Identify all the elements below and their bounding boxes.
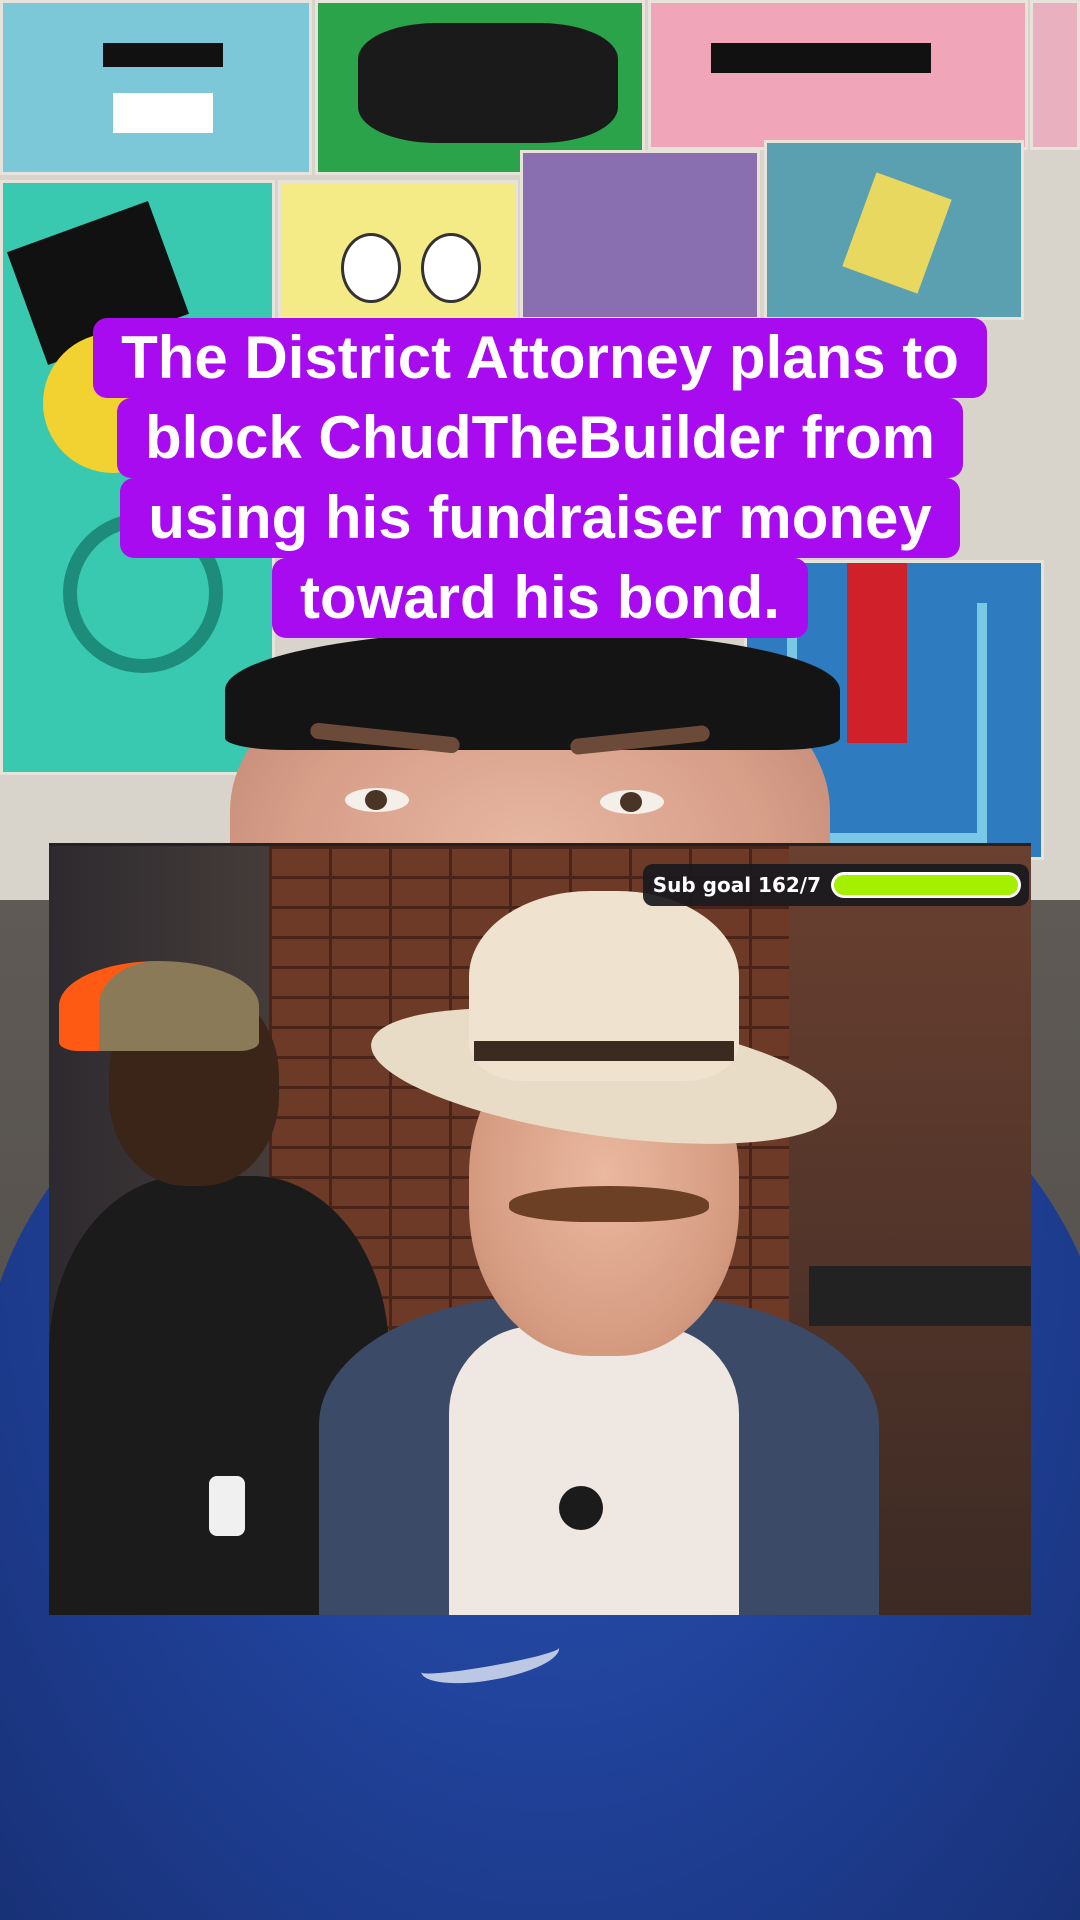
lapel-mic-icon: [559, 1486, 603, 1530]
eye: [600, 790, 664, 814]
mustache: [509, 1186, 709, 1222]
hat-band: [474, 1041, 734, 1061]
wall-painting: [1030, 0, 1080, 150]
sub-goal-progress-bar: [831, 872, 1021, 898]
video-caption: The District Attorney plans to block Chu…: [40, 318, 1040, 638]
wall-painting: [315, 0, 645, 175]
sub-goal-widget: Sub goal 162/7: [642, 864, 1029, 906]
caption-line: using his fundraiser money: [120, 478, 960, 558]
white-shirt: [449, 1326, 739, 1615]
wall-painting: [520, 150, 760, 320]
table: [809, 1266, 1031, 1326]
wall-painting: [648, 0, 1028, 150]
sub-goal-progress-fill: [834, 875, 1018, 895]
eye: [345, 788, 409, 812]
wall-painting: [0, 0, 312, 175]
sub-goal-label: Sub goal 162/7: [652, 873, 821, 897]
camo-cap: [59, 961, 259, 1051]
caption-line: toward his bond.: [272, 558, 808, 638]
caption-line: The District Attorney plans to: [93, 318, 987, 398]
caption-line: block ChudTheBuilder from: [116, 398, 964, 478]
wall-painting: [278, 180, 518, 320]
embedded-stream-clip: Sub goal 162/7: [49, 843, 1031, 1615]
badge-icon: [209, 1476, 245, 1536]
wall-painting: [764, 140, 1024, 320]
